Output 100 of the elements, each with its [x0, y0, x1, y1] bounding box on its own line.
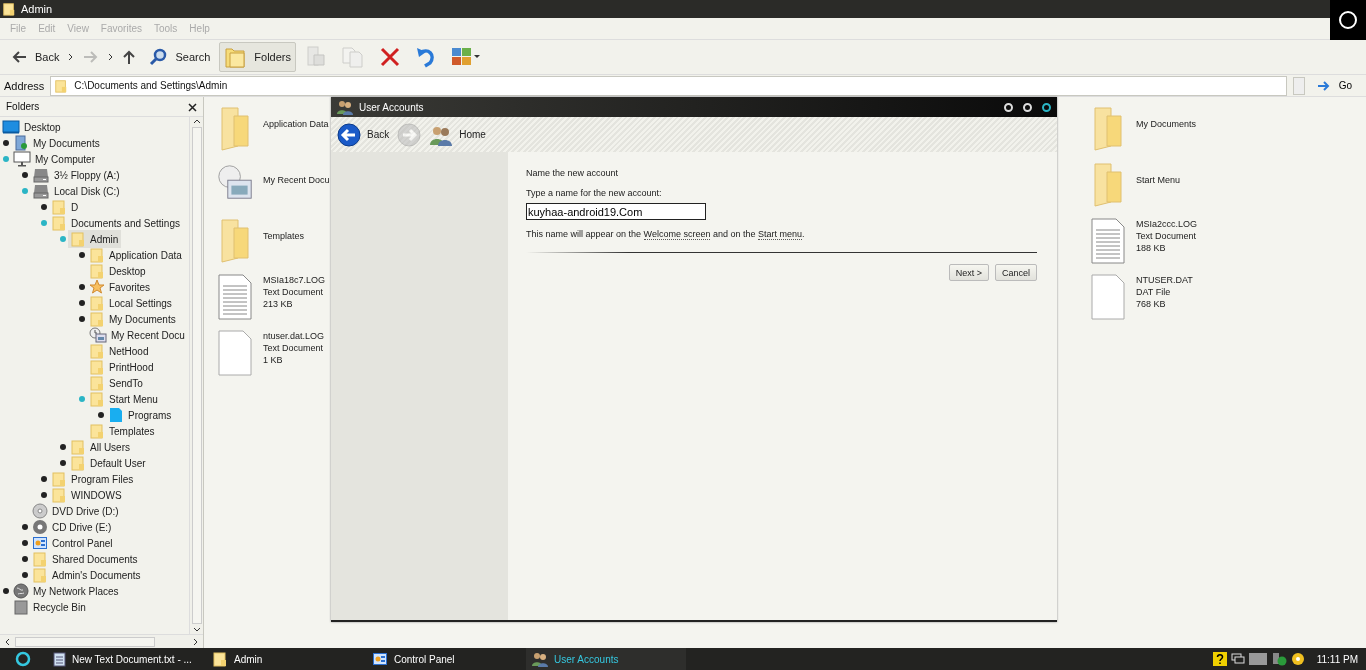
expander-dot[interactable] — [21, 540, 28, 546]
expander-dot[interactable] — [78, 316, 85, 322]
tree-item[interactable]: Control Panel — [30, 535, 116, 551]
folder-icon — [89, 263, 105, 279]
tree-item[interactable]: My Documents — [87, 310, 179, 328]
move-to-icon — [305, 45, 327, 69]
back-button[interactable]: Back — [335, 122, 392, 147]
link[interactable]: Welcome screen — [643, 229, 711, 240]
file-name[interactable]: MSIa18c7.LOG — [263, 274, 326, 286]
expander-dot[interactable] — [21, 556, 28, 562]
expander-dot[interactable] — [40, 220, 47, 226]
tree-item[interactable]: Admin — [68, 230, 122, 248]
maximize-button[interactable] — [1023, 102, 1032, 112]
expander-dot[interactable] — [59, 444, 66, 450]
tree-item[interactable]: My Recent Docu — [87, 326, 188, 344]
expander-dot[interactable] — [21, 172, 28, 178]
tree-item[interactable]: Application Data — [87, 246, 185, 264]
minimize-button[interactable] — [1004, 102, 1013, 112]
tree-item[interactable]: Program Files — [49, 470, 137, 488]
expander-dot[interactable] — [78, 252, 85, 258]
tree-item[interactable]: My Documents — [11, 134, 103, 152]
description-text: This name will appear on the Welcome screen and on the Start menu. — [526, 229, 806, 239]
window-title: Admin — [21, 3, 53, 15]
expander-dot[interactable] — [2, 140, 9, 146]
tree-item[interactable]: SendTo — [87, 374, 146, 392]
close-button[interactable] — [1042, 102, 1051, 112]
taskbar-item[interactable]: User Accounts — [526, 648, 686, 670]
tree-item[interactable]: 3½ Floppy (A:) — [30, 166, 123, 184]
tree-item[interactable]: My Network Places — [11, 582, 122, 600]
tree-item[interactable]: Desktop — [87, 262, 149, 280]
file-detail: 1 KB — [263, 354, 284, 366]
expander-dot[interactable] — [59, 460, 66, 466]
tree-item[interactable]: Recycle Bin — [11, 598, 89, 616]
chevron-icon[interactable] — [108, 53, 115, 61]
expander-dot[interactable] — [2, 156, 9, 162]
caret-icon — [192, 117, 201, 125]
tree-item[interactable]: Default User — [68, 454, 149, 472]
tree-item[interactable]: Programs — [106, 406, 175, 424]
expander-dot[interactable] — [40, 476, 47, 482]
link[interactable]: Start menu — [757, 229, 802, 240]
expander-dot[interactable] — [78, 284, 85, 290]
tree-item[interactable]: Documents and Settings — [49, 214, 183, 232]
expander-dot[interactable] — [21, 188, 28, 194]
tree-item[interactable]: D — [49, 198, 82, 216]
start-icon[interactable] — [15, 651, 31, 667]
tree-item[interactable]: CD Drive (E:) — [30, 518, 115, 536]
search-icon — [149, 48, 168, 66]
home-button[interactable]: Home — [427, 123, 488, 146]
expander-dot[interactable] — [78, 396, 85, 402]
file-name[interactable]: ntuser.dat.LOG — [263, 330, 325, 342]
tree-item[interactable]: Local Settings — [87, 294, 175, 312]
tree-item[interactable]: Favorites — [87, 278, 154, 296]
expander-dot[interactable] — [21, 572, 28, 578]
circle-icon[interactable] — [1338, 10, 1358, 30]
tree-item[interactable]: Desktop — [0, 119, 64, 135]
file-name[interactable]: Start Menu — [1136, 174, 1181, 186]
search-button[interactable]: Search — [144, 42, 216, 72]
expander-dot[interactable] — [59, 236, 66, 242]
tree-item[interactable]: Admin's Documents — [30, 566, 144, 584]
tree-item[interactable]: Shared Documents — [30, 550, 141, 568]
disc-icon — [32, 503, 48, 519]
cancel-button[interactable]: Cancel — [995, 264, 1037, 281]
expander-dot[interactable] — [40, 492, 47, 498]
tree-item[interactable]: Local Disk (C:) — [30, 182, 123, 200]
taskbar-item[interactable]: Admin — [206, 648, 366, 670]
file-name[interactable]: Application Data — [263, 118, 329, 130]
expander-dot[interactable] — [21, 524, 28, 530]
folder-icon — [51, 199, 67, 215]
tree-item[interactable]: PrintHood — [87, 358, 157, 376]
vertical-scrollbar[interactable] — [189, 117, 203, 634]
folders-button[interactable]: Folders — [219, 42, 296, 72]
expander-dot[interactable] — [40, 204, 47, 210]
pane-title: Folders — [6, 101, 40, 112]
taskbar-item[interactable]: Control Panel — [366, 648, 526, 670]
address-field[interactable]: C:\Documents and Settings\Admin — [50, 75, 1287, 96]
expander-dot[interactable] — [97, 412, 104, 418]
tree-item[interactable]: My Computer — [11, 150, 98, 168]
tree-item[interactable]: Start Menu — [87, 390, 161, 408]
documents-icon — [13, 135, 29, 151]
tree-item[interactable]: DVD Drive (D:) — [30, 502, 122, 520]
back-button[interactable]: Back — [6, 42, 65, 72]
tree-item[interactable]: NetHood — [87, 342, 152, 360]
file-name[interactable]: NTUSER.DAT — [1136, 274, 1193, 286]
go-button[interactable]: Go — [1310, 79, 1362, 92]
file-name[interactable]: My Documents — [1136, 118, 1197, 130]
document-icon — [108, 407, 124, 423]
tree-item[interactable]: All Users — [68, 438, 133, 456]
file-name[interactable]: MSIa2ccc.LOG — [1136, 218, 1198, 230]
expander-dot[interactable] — [2, 588, 9, 594]
file-name[interactable]: My Recent Docu — [263, 174, 330, 186]
taskbar-item[interactable]: New Text Document.txt - ... — [46, 648, 206, 670]
file-name[interactable]: Templates — [263, 230, 305, 242]
tree-item[interactable]: WINDOWS — [49, 486, 125, 504]
horizontal-scrollbar[interactable] — [0, 634, 203, 648]
chevron-icon[interactable] — [68, 53, 75, 61]
tree-item[interactable]: Templates — [87, 422, 158, 440]
folder-icon — [1093, 162, 1123, 208]
expander-dot[interactable] — [78, 300, 85, 306]
next-button[interactable]: Next > — [948, 264, 989, 281]
account-name-field[interactable]: kuyhaa-android19.Com — [526, 203, 706, 220]
